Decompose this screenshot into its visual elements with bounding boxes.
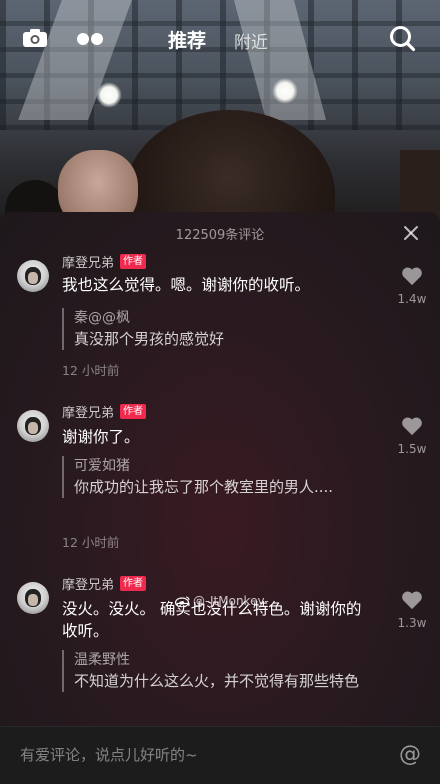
avatar[interactable] <box>17 582 49 614</box>
reply-username: 可爱如猪 <box>74 458 130 474</box>
reply-quote[interactable]: 秦@@枫 真没那个男孩的感觉好 <box>62 308 374 350</box>
comment-count: 122509条评论 <box>175 228 265 243</box>
author-name[interactable]: 摩登兄弟 <box>62 574 114 593</box>
camera-icon[interactable] <box>22 28 48 48</box>
avatar[interactable] <box>17 260 49 292</box>
comment-time: 12 小时前 <box>62 363 120 378</box>
comment-input-bar: @ <box>0 726 440 784</box>
like-count: 1.5w <box>397 442 427 456</box>
comment-input[interactable] <box>18 741 372 769</box>
like-count: 1.4w <box>397 292 427 306</box>
close-icon[interactable] <box>403 225 419 241</box>
author-badge: 作者 <box>120 404 147 419</box>
like-count: 1.3w <box>397 616 427 630</box>
ceiling-lamp <box>272 78 298 104</box>
avatar[interactable] <box>17 410 49 442</box>
at-mention-icon[interactable]: @ <box>399 742 421 767</box>
search-icon[interactable] <box>388 24 416 52</box>
tab-recommended[interactable]: 推荐 <box>168 26 206 53</box>
heart-icon <box>402 267 422 286</box>
reply-username: 秦@@枫 <box>74 310 130 326</box>
dots-icon[interactable] <box>76 32 104 46</box>
author-name[interactable]: 摩登兄弟 <box>62 252 114 271</box>
comments-panel: 122509条评论 摩登兄弟 作者 我也这么觉得。嗯。谢谢你的收听。 1.4w … <box>0 212 440 783</box>
heart-icon <box>402 417 422 436</box>
comment-text[interactable]: 谢谢你了。 <box>62 426 382 448</box>
author-name[interactable]: 摩登兄弟 <box>62 402 114 421</box>
reply-text: 你成功的让我忘了那个教室里的男人.... <box>74 478 334 496</box>
reply-text: 不知道为什么这么火，并不觉得有那些特色 <box>74 672 360 690</box>
ceiling-lamp <box>96 82 122 108</box>
reply-username: 温柔野性 <box>74 652 130 668</box>
like-button[interactable]: 1.4w <box>394 266 430 306</box>
reply-quote[interactable]: 温柔野性 不知道为什么这么火，并不觉得有那些特色 <box>62 650 364 692</box>
tab-nearby[interactable]: 附近 <box>234 28 268 53</box>
comment-text[interactable]: 没火。没火。 确实也没什么特色。谢谢你的收听。 <box>62 598 367 642</box>
author-badge: 作者 <box>120 576 147 591</box>
reply-quote[interactable]: 可爱如猪 你成功的让我忘了那个教室里的男人.... <box>62 456 354 498</box>
like-button[interactable]: 1.3w <box>394 590 430 630</box>
comment-time: 12 小时前 <box>62 535 120 550</box>
reply-text: 真没那个男孩的感觉好 <box>74 330 225 348</box>
comment-text[interactable]: 我也这么觉得。嗯。谢谢你的收听。 <box>62 274 382 296</box>
heart-icon <box>402 591 422 610</box>
author-badge: 作者 <box>120 254 147 269</box>
top-navigation-bar: 推荐 附近 <box>0 14 440 64</box>
like-button[interactable]: 1.5w <box>394 416 430 456</box>
